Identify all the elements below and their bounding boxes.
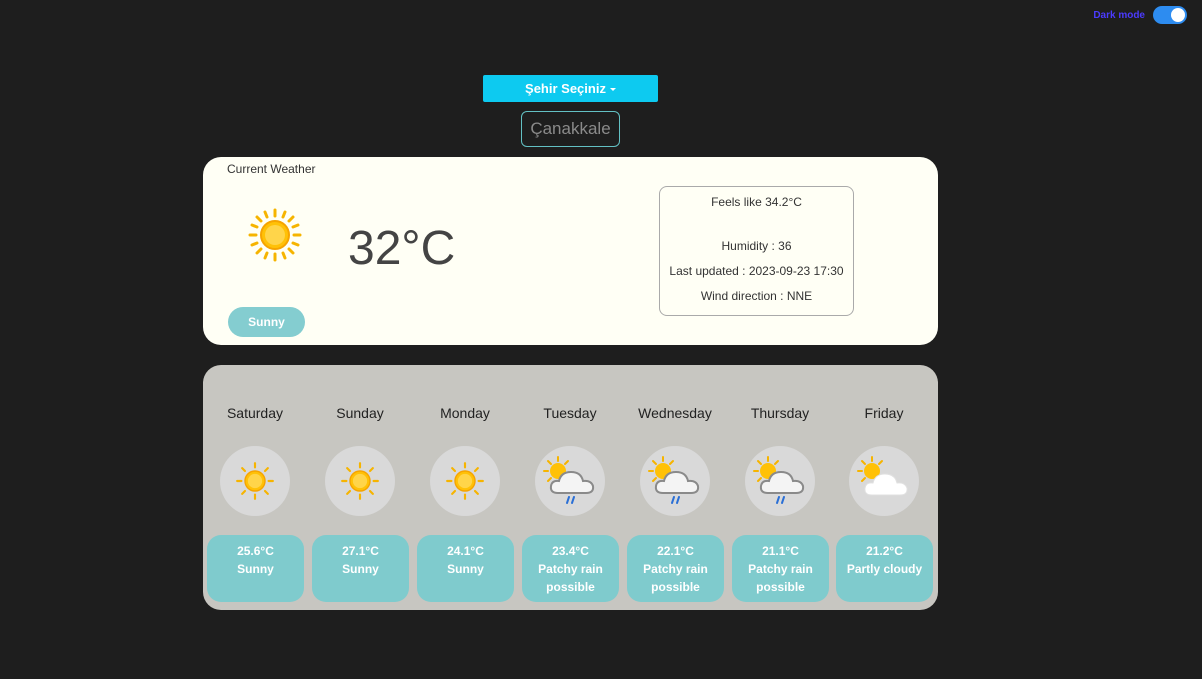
- forecast-day-name: Tuesday: [543, 405, 597, 421]
- feels-like: Feels like 34.2°C: [711, 195, 802, 209]
- sun-icon: [247, 207, 303, 268]
- last-updated: Last updated : 2023-09-23 17:30: [669, 264, 844, 278]
- forecast-pill: 24.1°C Sunny: [417, 535, 514, 602]
- forecast-day: Saturday 25.6°C Sunny: [203, 365, 307, 610]
- forecast-condition: Patchy rain possible: [538, 562, 603, 594]
- forecast-temp: 21.2°C: [866, 544, 903, 558]
- forecast-day: Wednesday 22.1°C Patchy rain possible: [623, 365, 727, 610]
- forecast-temp: 25.6°C: [237, 544, 274, 558]
- forecast-temp: 24.1°C: [447, 544, 484, 558]
- forecast-day-name: Saturday: [226, 405, 284, 421]
- city-select-button[interactable]: Şehir Seçiniz: [483, 75, 658, 102]
- forecast-pill: 25.6°C Sunny: [207, 535, 304, 602]
- weather-details-box: Feels like 34.2°C Humidity : 36 Last upd…: [659, 186, 854, 316]
- forecast-condition: Partly cloudy: [846, 562, 923, 576]
- rain-cloud-icon: [745, 446, 815, 516]
- dark-mode-knob: [1171, 8, 1185, 22]
- forecast-temp: 22.1°C: [657, 544, 694, 558]
- sun-icon: [430, 446, 500, 516]
- forecast-condition: Sunny: [342, 562, 379, 576]
- forecast-day: Monday 24.1°C Sunny: [413, 365, 517, 610]
- forecast-day-name: Friday: [864, 405, 904, 421]
- forecast-temp: 27.1°C: [342, 544, 379, 558]
- forecast-pill: 23.4°C Patchy rain possible: [522, 535, 619, 602]
- forecast-pill: 21.1°C Patchy rain possible: [732, 535, 829, 602]
- humidity: Humidity : 36: [721, 239, 792, 253]
- caret-down-icon: [609, 88, 616, 91]
- forecast-condition: Patchy rain possible: [748, 562, 813, 594]
- forecast-condition: Patchy rain possible: [643, 562, 708, 594]
- rain-cloud-icon: [640, 446, 710, 516]
- rain-cloud-icon: [535, 446, 605, 516]
- forecast-day-name: Thursday: [750, 405, 810, 421]
- dark-mode-switch[interactable]: [1153, 6, 1187, 24]
- forecast-temp: 23.4°C: [552, 544, 589, 558]
- city-select-label: Şehir Seçiniz: [525, 81, 606, 96]
- forecast-pill: 21.2°C Partly cloudy: [836, 535, 933, 602]
- forecast-pill: 27.1°C Sunny: [312, 535, 409, 602]
- wind-direction: Wind direction : NNE: [700, 289, 813, 303]
- forecast-pill: 22.1°C Patchy rain possible: [627, 535, 724, 602]
- current-weather-heading: Current Weather: [227, 162, 316, 176]
- forecast-day-name: Monday: [440, 405, 490, 421]
- forecast-day: Tuesday 23.4°C Patchy rain possible: [518, 365, 622, 610]
- forecast-condition: Sunny: [237, 562, 274, 576]
- forecast-day: Thursday 21.1°C Patchy rain possible: [728, 365, 832, 610]
- selected-city: Çanakkale: [521, 111, 620, 147]
- forecast-day-name: Sunday: [336, 405, 384, 421]
- current-weather-card: Current Weather 32°C Sunny Feels like 34…: [203, 157, 938, 345]
- forecast-temp: 21.1°C: [762, 544, 799, 558]
- dark-mode-toggle[interactable]: Dark mode: [1093, 6, 1187, 24]
- sun-icon: [220, 446, 290, 516]
- forecast-day: Friday 21.2°C Partly cloudy: [832, 365, 936, 610]
- forecast-condition: Sunny: [447, 562, 484, 576]
- current-temperature: 32°C: [348, 222, 456, 275]
- dark-mode-label: Dark mode: [1093, 9, 1145, 21]
- current-condition-badge: Sunny: [228, 307, 305, 337]
- forecast-day-name: Wednesday: [638, 405, 712, 421]
- partly-cloudy-icon: [849, 446, 919, 516]
- sun-icon: [325, 446, 395, 516]
- forecast-panel: Saturday 25.6°C Sunny Sunday 27.1°C Sunn…: [203, 365, 938, 610]
- forecast-day: Sunday 27.1°C Sunny: [308, 365, 412, 610]
